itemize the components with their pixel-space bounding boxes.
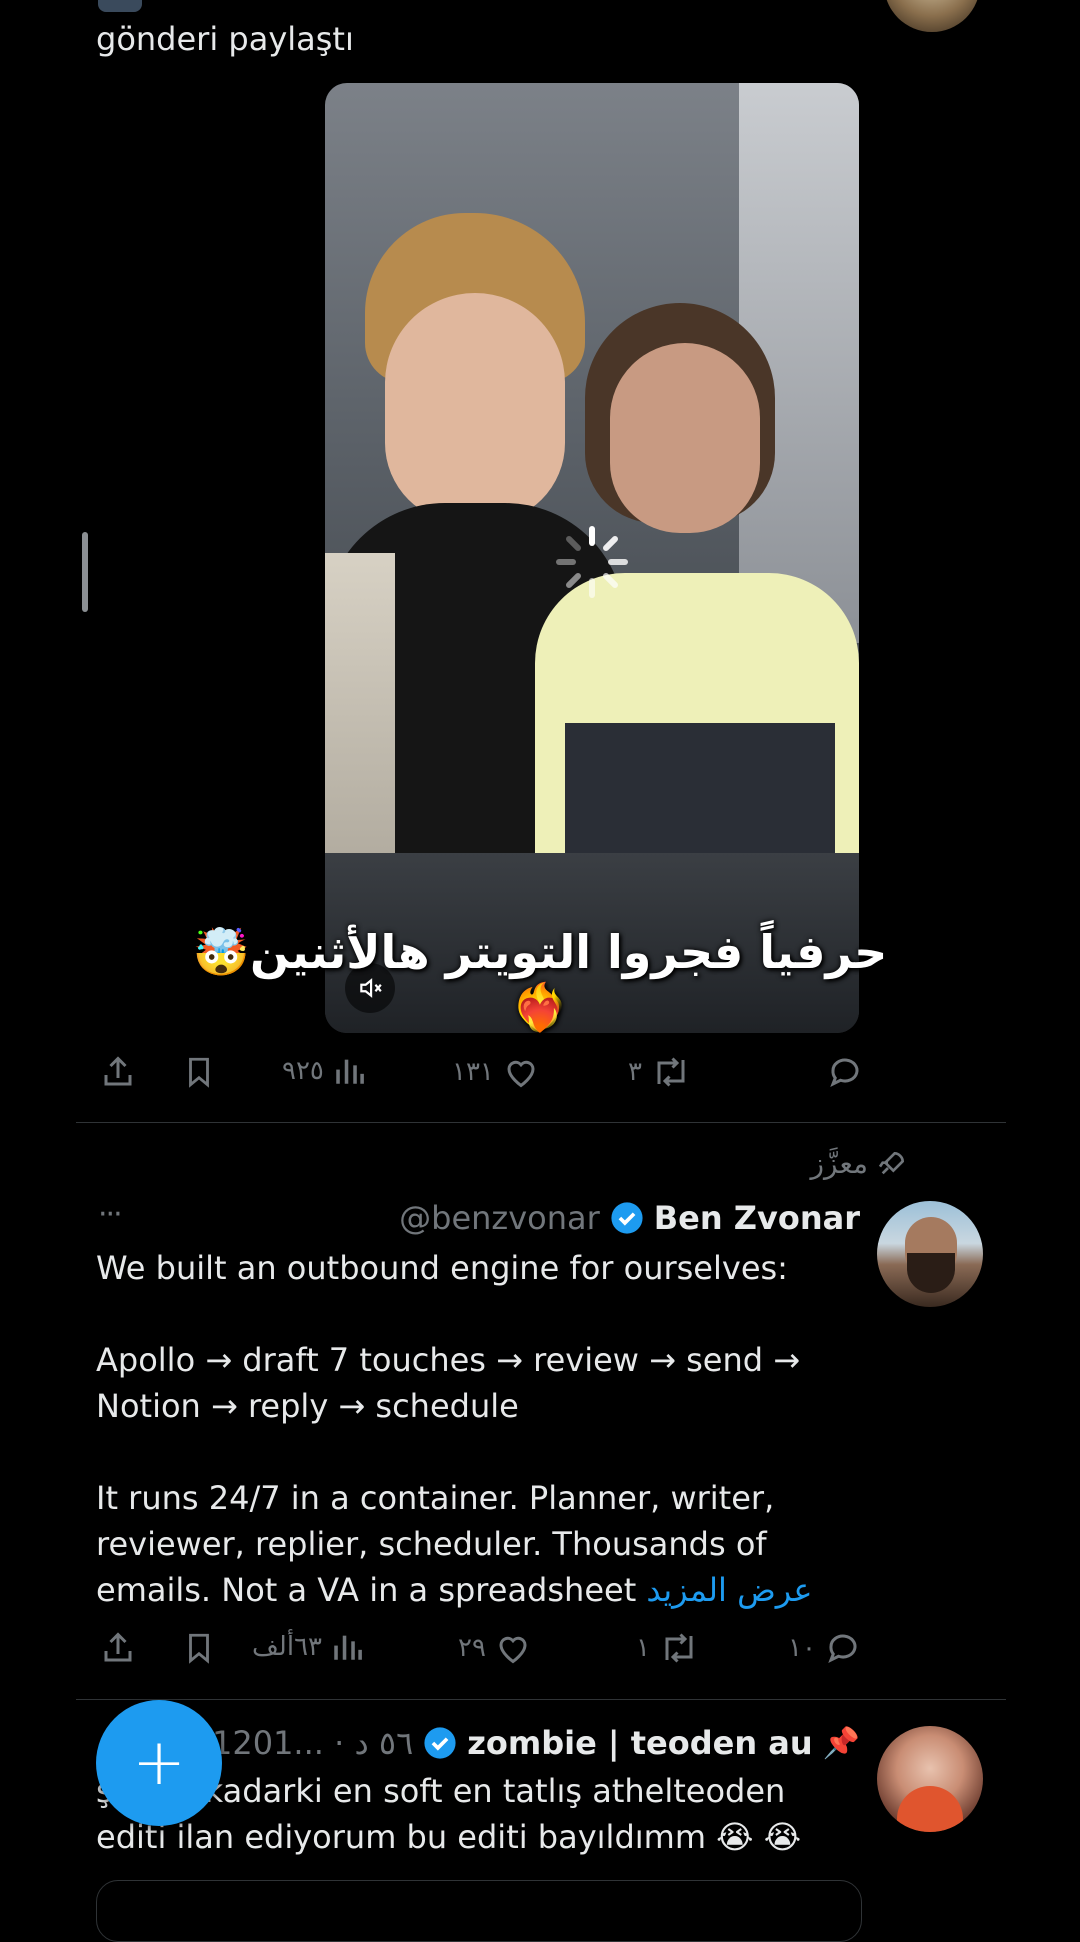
like-button[interactable]: ١٣١ xyxy=(452,1054,540,1090)
video-caption: حرفياً فجروا التويتر هالأثنين🤯❤️‍🔥 xyxy=(192,925,888,1034)
views-stat[interactable]: ٦٣ألف xyxy=(252,1630,364,1664)
repost-button[interactable]: ٣ xyxy=(628,1054,692,1090)
reply-icon xyxy=(830,1058,859,1088)
body-line: emails. Not a VA in a spreadsheet xyxy=(96,1571,637,1609)
repost-icon xyxy=(657,1057,685,1087)
like-button[interactable]: ٢٩ xyxy=(458,1630,532,1666)
scroll-indicator[interactable] xyxy=(82,532,88,612)
show-more-link[interactable]: عرض المزيد xyxy=(646,1571,812,1609)
views-count: ٦٣ألف xyxy=(252,1632,322,1662)
avatar[interactable] xyxy=(877,1201,983,1307)
likes-count: ٢٩ xyxy=(458,1633,486,1663)
bookmark-icon xyxy=(189,1633,209,1664)
post-body: We built an outbound engine for ourselve… xyxy=(96,1245,876,1613)
heart-icon xyxy=(507,1060,535,1088)
reply-button[interactable] xyxy=(818,1054,864,1090)
body-line: Notion → reply → schedule xyxy=(96,1387,519,1425)
views-count: ٩٢٥ xyxy=(282,1056,324,1086)
body-line xyxy=(96,1429,876,1475)
share-icon xyxy=(104,1632,132,1662)
plus-icon: + xyxy=(132,1726,186,1800)
video-person-right xyxy=(505,303,859,933)
views-icon xyxy=(336,1059,364,1084)
reply-icon xyxy=(828,1634,857,1664)
rocket-icon xyxy=(878,1151,905,1174)
body-last-line: emails. Not a VA in a spreadsheet عرض ال… xyxy=(96,1567,876,1613)
body-text: kadarki en soft en tatlış athelteoden xyxy=(204,1772,786,1810)
bookmark-button[interactable] xyxy=(182,1630,216,1666)
context-chip xyxy=(98,0,142,12)
body-line: We built an outbound engine for ourselve… xyxy=(96,1249,788,1287)
verified-badge-icon xyxy=(611,1202,643,1234)
views-stat[interactable]: ٩٢٥ xyxy=(282,1054,366,1088)
avatar[interactable] xyxy=(877,1726,983,1832)
body-line-2: editi ilan ediyorum bu editi bayıldımm 😭… xyxy=(96,1818,802,1856)
likes-count: ١٣١ xyxy=(452,1057,494,1087)
body-line xyxy=(96,1291,876,1337)
video-media[interactable] xyxy=(325,83,859,1033)
author-row: @1201... · ٥٦ د zombie | teoden au 📌 xyxy=(180,1724,860,1762)
quoted-card[interactable] xyxy=(96,1880,862,1942)
share-button[interactable] xyxy=(100,1054,136,1090)
replies-count: ١٠ xyxy=(788,1633,816,1663)
post-1[interactable]: gönderi paylaştı حرفياً فجروا التويتر ها… xyxy=(0,0,1080,1122)
author-name[interactable]: Ben Zvonar xyxy=(654,1199,860,1237)
share-icon xyxy=(104,1056,132,1086)
body-line: Apollo → draft 7 touches → review → send… xyxy=(96,1341,801,1379)
bookmark-button[interactable] xyxy=(182,1054,216,1090)
avatar-partial[interactable] xyxy=(884,0,980,32)
share-button[interactable] xyxy=(100,1630,136,1666)
body-line: reviewer, replier, scheduler. Thousands … xyxy=(96,1525,767,1563)
author-name[interactable]: zombie | teoden au xyxy=(467,1724,812,1762)
heart-icon xyxy=(499,1636,527,1664)
compose-fab[interactable]: + xyxy=(96,1700,222,1826)
promoted-row: معزَّز xyxy=(811,1147,908,1180)
reply-button[interactable]: ١٠ xyxy=(788,1630,862,1666)
reposts-count: ٣ xyxy=(628,1057,642,1087)
body-line: It runs 24/7 in a container. Planner, wr… xyxy=(96,1479,775,1517)
reposts-count: ١ xyxy=(636,1633,650,1663)
repost-context-text: gönderi paylaştı xyxy=(96,20,354,58)
repost-button[interactable]: ١ xyxy=(636,1630,700,1666)
views-icon xyxy=(334,1635,362,1660)
verified-badge-icon xyxy=(424,1727,456,1759)
repost-icon xyxy=(665,1633,693,1663)
more-options-button[interactable]: ··· xyxy=(98,1197,123,1232)
author-handle[interactable]: @benzvonar xyxy=(399,1199,600,1237)
promoted-label: معزَّز xyxy=(810,1147,868,1180)
loading-spinner-icon xyxy=(553,523,631,601)
author-row: @benzvonar Ben Zvonar xyxy=(399,1199,860,1237)
bookmark-icon xyxy=(189,1057,209,1088)
pin-icon: 📌 xyxy=(822,1725,860,1761)
post-2[interactable]: معزَّز @benzvonar Ben Zvonar ··· We buil… xyxy=(0,1123,1080,1699)
